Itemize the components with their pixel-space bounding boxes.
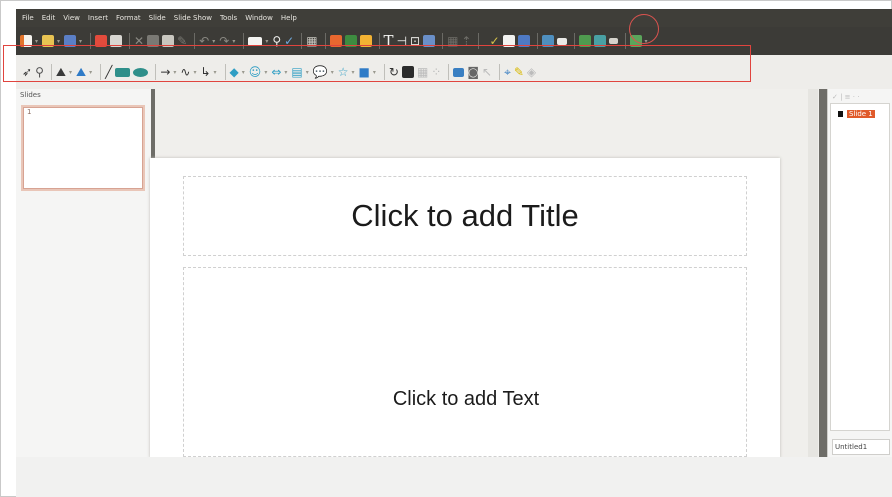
navigator-item-slide-1[interactable]: Slide 1 (838, 110, 875, 118)
menu-edit[interactable]: Edit (42, 14, 56, 22)
redo-dropdown-icon[interactable]: ▾ (232, 38, 235, 45)
menu-help[interactable]: Help (281, 14, 297, 22)
navigator-document-select[interactable]: Untitled1 (832, 439, 890, 455)
open-dropdown-icon[interactable]: ▾ (57, 38, 60, 45)
new-dropdown-icon[interactable]: ▾ (35, 38, 38, 45)
title-placeholder[interactable]: Click to add Title (183, 176, 747, 256)
slide-node-icon (838, 111, 843, 117)
save-dropdown-icon[interactable]: ▾ (79, 38, 82, 45)
menu-slide-show[interactable]: Slide Show (174, 14, 212, 22)
menu-tools[interactable]: Tools (220, 14, 237, 22)
navigator-toolbar[interactable]: ✓ | ≡ · · (832, 93, 859, 101)
navigator-item-label: Slide 1 (847, 110, 875, 118)
annotation-highlight-rectangle (3, 45, 751, 82)
bottom-margin (16, 457, 892, 497)
menu-view[interactable]: View (63, 14, 80, 22)
menu-file[interactable]: File (22, 14, 34, 22)
title-placeholder-text: Click to add Title (351, 198, 579, 233)
menu-slide[interactable]: Slide (149, 14, 166, 22)
grid-dropdown-icon[interactable]: ▾ (265, 38, 268, 45)
content-placeholder-text: Click to add Text (392, 388, 540, 410)
navigator-tree (830, 103, 890, 431)
navigator-splitter[interactable] (819, 89, 827, 457)
menu-insert[interactable]: Insert (88, 14, 108, 22)
menu-window[interactable]: Window (245, 14, 273, 22)
navigator-pane: ✓ | ≡ · · Slide 1 Untitled1 (827, 89, 892, 457)
vertical-scrollbar[interactable] (808, 89, 818, 457)
menubar: File Edit View Insert Format Slide Slide… (16, 9, 892, 27)
menu-format[interactable]: Format (116, 14, 141, 22)
undo-dropdown-icon[interactable]: ▾ (212, 38, 215, 45)
slide-thumbnail[interactable] (23, 107, 143, 189)
annotation-highlight-circle (629, 14, 659, 44)
slide-thumbnail-number: 1 (27, 108, 32, 116)
slides-pane: Slides 1 (16, 89, 154, 457)
slides-pane-label: Slides (20, 91, 41, 99)
content-placeholder[interactable]: Click to add Text (183, 267, 747, 457)
